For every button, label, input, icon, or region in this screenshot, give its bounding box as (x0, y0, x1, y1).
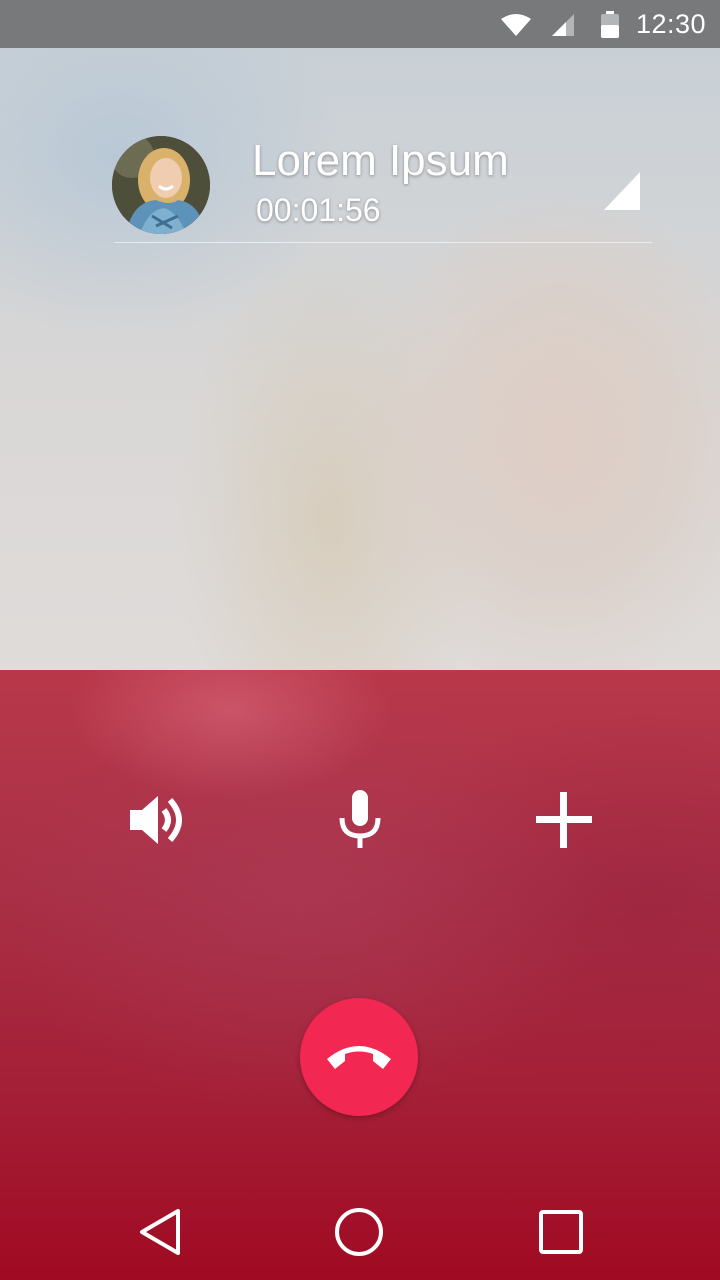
caller-avatar (112, 136, 210, 234)
speaker-icon (130, 796, 182, 844)
call-duration: 00:01:56 (256, 192, 381, 228)
status-time: 12:30 (636, 9, 707, 39)
status-bar: 12:30 (0, 0, 720, 48)
microphone-icon (339, 790, 381, 848)
recents-square-icon (539, 1210, 583, 1254)
cell-signal-icon (552, 14, 574, 36)
back-triangle-icon (140, 1209, 180, 1255)
caller-header: Lorem Ipsum 00:01:56 (112, 136, 652, 244)
caller-avatar-photo (112, 136, 210, 234)
nav-recents-button[interactable] (533, 1204, 589, 1260)
mute-button[interactable] (320, 780, 400, 860)
caller-name: Lorem Ipsum (252, 136, 509, 185)
home-circle-icon (335, 1208, 383, 1256)
expand-corner-icon[interactable] (604, 172, 640, 210)
plus-icon (536, 792, 592, 848)
navigation-bar (0, 1184, 720, 1280)
wifi-icon (501, 14, 531, 36)
hang-up-phone-icon (327, 1046, 391, 1069)
nav-back-button[interactable] (132, 1204, 188, 1260)
nav-home-button[interactable] (331, 1204, 387, 1260)
in-call-screen: 12:30 Lorem Ipsum 00:01:56 (0, 0, 720, 1280)
caller-divider (114, 242, 652, 243)
speaker-button[interactable] (118, 780, 198, 860)
add-call-button[interactable] (524, 780, 604, 860)
battery-icon (601, 11, 619, 38)
end-call-button[interactable] (300, 998, 418, 1116)
